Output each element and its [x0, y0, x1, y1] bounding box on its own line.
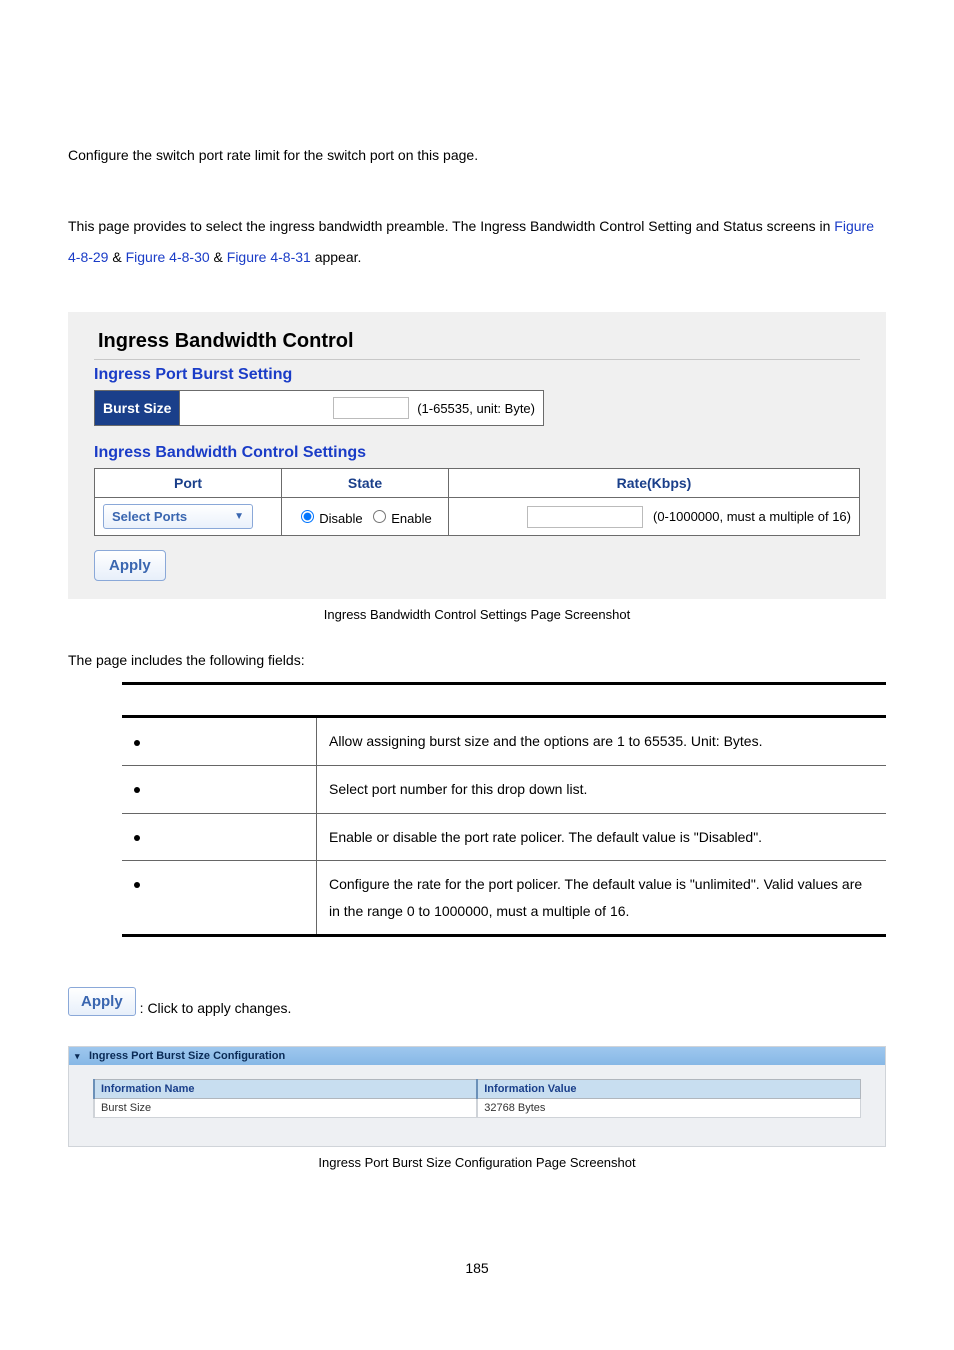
state-enable-label: Enable: [391, 511, 431, 526]
amp-1: &: [108, 249, 125, 265]
appear-text: appear.: [311, 249, 362, 265]
bullet-icon: [134, 740, 140, 746]
fields-head-desc: [317, 684, 887, 717]
intro-pretext: This page provides to select the ingress…: [68, 218, 834, 234]
state-enable-radio[interactable]: [373, 510, 386, 523]
burst-size-input[interactable]: [333, 397, 409, 419]
burst-info-table: Information Name Information Value Burst…: [93, 1079, 861, 1118]
bullet-icon: [134, 882, 140, 888]
table-row: Burst Size 32768 Bytes: [94, 1099, 861, 1118]
rate-input[interactable]: [527, 506, 643, 528]
figure-link-2[interactable]: Figure 4-8-30: [126, 249, 210, 265]
intro-line-2: This page provides to select the ingress…: [68, 211, 886, 273]
state-disable-label: Disable: [319, 511, 362, 526]
col-rate: Rate(Kbps): [449, 469, 860, 498]
bullet-icon: [134, 835, 140, 841]
fields-intro: The page includes the following fields:: [68, 652, 886, 668]
table-row: Select port number for this drop down li…: [122, 765, 886, 813]
field-desc: Enable or disable the port rate policer.…: [317, 813, 887, 861]
burst-row: Burst Size (1-65535, unit: Byte): [94, 390, 544, 426]
screenshot2-caption: Ingress Port Burst Size Configuration Pa…: [68, 1155, 886, 1170]
apply-button[interactable]: Apply: [94, 550, 166, 581]
field-desc: Allow assigning burst size and the optio…: [317, 717, 887, 766]
col-info-name: Information Name: [94, 1080, 477, 1099]
page-number: 185: [68, 1260, 886, 1276]
burst-size-field: (1-65535, unit: Byte): [180, 390, 544, 426]
field-desc: Configure the rate for the port policer.…: [317, 861, 887, 936]
burst-size-label: Burst Size: [94, 390, 180, 426]
burst-config-title: Ingress Port Burst Size Configuration: [89, 1050, 285, 1062]
table-row: Configure the rate for the port policer.…: [122, 861, 886, 936]
screenshot-ingress-bandwidth-control: Ingress Bandwidth Control Ingress Port B…: [68, 312, 886, 599]
intro-line-1: Configure the switch port rate limit for…: [68, 140, 886, 171]
page-root: Configure the switch port rate limit for…: [0, 0, 954, 1316]
apply-note-row: Apply : Click to apply changes.: [68, 987, 886, 1016]
info-value-cell: 32768 Bytes: [477, 1099, 860, 1118]
field-desc: Select port number for this drop down li…: [317, 765, 887, 813]
chevron-down-icon: ▼: [234, 511, 244, 522]
fields-head-object: [122, 684, 317, 717]
table-row: Allow assigning burst size and the optio…: [122, 717, 886, 766]
col-port: Port: [95, 469, 282, 498]
section-ctrl-heading: Ingress Bandwidth Control Settings: [94, 444, 860, 462]
select-ports-dropdown[interactable]: Select Ports ▼: [103, 504, 253, 529]
panel-title: Ingress Bandwidth Control: [94, 326, 860, 359]
amp-2: &: [210, 249, 227, 265]
table-row: Enable or disable the port rate policer.…: [122, 813, 886, 861]
apply-button-illustration: Apply: [68, 987, 136, 1016]
state-disable-radio[interactable]: [301, 510, 314, 523]
control-settings-table: Port State Rate(Kbps) Select Ports ▼: [94, 468, 860, 536]
figure-link-3[interactable]: Figure 4-8-31: [227, 249, 311, 265]
divider: [94, 359, 860, 360]
screenshot1-caption: Ingress Bandwidth Control Settings Page …: [68, 607, 886, 622]
table-row: Select Ports ▼ Disable Enable (0-1000000…: [95, 498, 860, 536]
bullet-icon: [134, 787, 140, 793]
select-ports-label: Select Ports: [112, 509, 187, 524]
screenshot-burst-size-config: ▾ Ingress Port Burst Size Configuration …: [68, 1046, 886, 1147]
apply-note-text: : Click to apply changes.: [140, 1000, 292, 1016]
fields-table: Allow assigning burst size and the optio…: [122, 682, 886, 937]
burst-size-hint: (1-65535, unit: Byte): [417, 401, 535, 416]
info-name-cell: Burst Size: [94, 1099, 477, 1118]
chevron-down-icon: ▾: [75, 1051, 80, 1062]
col-info-value: Information Value: [477, 1080, 860, 1099]
col-state: State: [282, 469, 449, 498]
burst-config-panel-header[interactable]: ▾ Ingress Port Burst Size Configuration: [69, 1047, 885, 1065]
section-burst-heading: Ingress Port Burst Setting: [94, 366, 860, 384]
rate-hint: (0-1000000, must a multiple of 16): [653, 509, 851, 524]
